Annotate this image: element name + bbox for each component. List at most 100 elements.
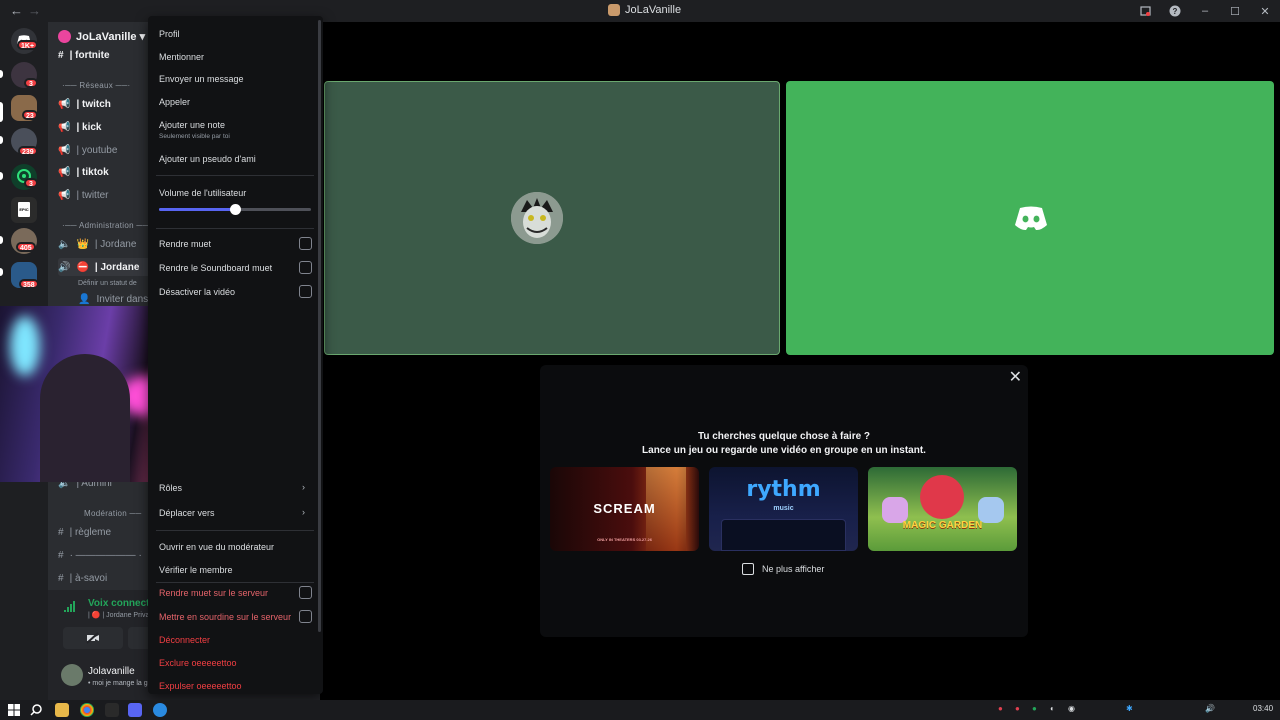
channel-kick[interactable]: 📢 | kick — [58, 118, 102, 136]
menu-roles[interactable]: Rôles — [159, 483, 182, 493]
channel-label: | règleme — [69, 526, 112, 538]
card-subtitle: music — [773, 505, 794, 512]
tray-icon[interactable]: ◐ — [1050, 704, 1055, 713]
category-administration[interactable]: ·── Administration ── — [62, 221, 148, 230]
streamer-silhouette — [40, 354, 130, 482]
menu-vue-moderateur[interactable]: Ouvrir en vue du modérateur — [159, 542, 274, 552]
unread-pill — [0, 70, 3, 78]
channel-label: | twitter — [76, 189, 109, 201]
app-icon[interactable] — [105, 703, 119, 717]
app-icon[interactable] — [153, 703, 167, 717]
channel-tiktok[interactable]: 📢 | tiktok — [58, 163, 109, 181]
mention-badge: 405 — [16, 242, 36, 252]
channel-divider[interactable]: # · ―――――― · — [58, 546, 142, 564]
bluetooth-icon[interactable]: ✱ — [1126, 704, 1133, 713]
tray-icon[interactable]: ● — [1032, 704, 1037, 713]
windows-start-icon[interactable] — [8, 704, 20, 716]
soundboard-checkbox[interactable] — [299, 261, 312, 274]
clock[interactable]: 03:40 — [1253, 704, 1273, 713]
card-title: SCREAM — [593, 501, 656, 516]
menu-volume-label: Volume de l'utilisateur — [159, 188, 247, 198]
mute-checkbox[interactable] — [299, 237, 312, 250]
activity-card-scream[interactable]: SCREAM ONLY IN THEATERS 03.27.26 — [550, 467, 699, 551]
channel-label: | à-savoi — [69, 572, 108, 584]
channel-twitch[interactable]: 📢 | twitch — [58, 95, 111, 113]
mic-tray-icon[interactable]: ● — [998, 704, 1003, 713]
record-tray-icon[interactable]: ● — [1015, 704, 1020, 713]
channel-twitter[interactable]: 📢 | twitter — [58, 186, 109, 204]
volume-icon[interactable]: 🔊 — [1205, 704, 1215, 713]
ryuk-avatar-icon — [511, 192, 563, 244]
participant-tile[interactable] — [324, 81, 780, 355]
volume-slider[interactable] — [159, 204, 311, 215]
back-button[interactable]: ← — [10, 3, 23, 18]
minimize-button[interactable]: – — [1190, 0, 1220, 22]
close-button[interactable]: ✕ — [1250, 0, 1280, 22]
username[interactable]: Jolavanille — [88, 666, 135, 677]
inbox-icon[interactable] — [1130, 0, 1160, 22]
dont-show-again[interactable]: Ne plus afficher — [742, 563, 824, 575]
video-checkbox[interactable] — [299, 285, 312, 298]
video-off-button[interactable] — [63, 627, 123, 649]
activity-heading: Tu cherches quelque chose à faire ? — [697, 431, 871, 442]
menu-expulser[interactable]: Expulser oeeeeettoo — [159, 681, 242, 691]
menu-profil[interactable]: Profil — [159, 29, 180, 39]
hash-icon: # — [58, 549, 64, 561]
menu-mentionner[interactable]: Mentionner — [159, 52, 204, 62]
channel-fortnite[interactable]: # | fortnite — [58, 46, 110, 64]
menu-ajouter-pseudo[interactable]: Ajouter un pseudo d'ami — [159, 154, 256, 164]
file-explorer-icon[interactable] — [55, 703, 69, 717]
menu-envoyer-message[interactable]: Envoyer un message — [159, 74, 244, 84]
mention-badge: 239 — [18, 146, 38, 156]
help-icon[interactable]: ? — [1160, 0, 1190, 22]
megaphone-icon: 📢 — [58, 166, 71, 178]
discord-app: ← → JoLaVanille ? – ☐ ✕ 1K+ 3 23 239 3 E… — [0, 0, 1280, 700]
menu-exclure[interactable]: Exclure oeeeeettoo — [159, 658, 237, 668]
server-mute-checkbox[interactable] — [299, 586, 312, 599]
menu-deplacer-vers[interactable]: Déplacer vers — [159, 508, 215, 518]
window-title-text: JoLaVanille — [625, 4, 682, 16]
volume-slider-knob[interactable] — [230, 204, 241, 215]
channel-label: | twitch — [76, 98, 111, 110]
menu-appeler[interactable]: Appeler — [159, 97, 190, 107]
close-icon[interactable]: ✕ — [1009, 367, 1022, 387]
card-title: rythm — [746, 477, 821, 502]
tray-icon[interactable]: ◉ — [1068, 704, 1075, 713]
strawberry-character — [920, 475, 964, 519]
server-name-header[interactable]: JoLaVanille ▾ — [58, 30, 145, 43]
category-moderation[interactable]: Modération ── — [84, 509, 141, 518]
menu-sourdine-serveur[interactable]: Mettre en sourdine sur le serveur — [159, 612, 291, 622]
avatar[interactable] — [61, 664, 83, 686]
os-taskbar: ● ● ● ◐ ◉ ✱ 🔊 03:40 — [0, 700, 1280, 720]
voice-channel-jordane[interactable]: 🔈 👑 | Jordane — [58, 235, 136, 253]
menu-desactiver-video[interactable]: Désactiver la vidéo — [159, 287, 235, 297]
activity-card-magic-garden[interactable]: MAGIC GARDEN — [868, 467, 1017, 551]
channel-youtube[interactable]: 📢 | youtube — [58, 141, 117, 159]
menu-muet-serveur[interactable]: Rendre muet sur le serveur — [159, 588, 268, 598]
window-controls: ? – ☐ ✕ — [1130, 0, 1280, 22]
dont-show-checkbox[interactable] — [742, 563, 754, 575]
menu-divider — [156, 582, 314, 583]
activity-card-rythm[interactable]: rythm music — [709, 467, 858, 551]
menu-verifier-membre[interactable]: Vérifier le membre — [159, 565, 233, 575]
channel-regles[interactable]: # | règleme — [58, 523, 111, 541]
forward-button[interactable]: → — [28, 3, 41, 18]
menu-ajouter-note[interactable]: Ajouter une note — [159, 120, 225, 130]
no-entry-icon: ⛔ — [76, 261, 89, 273]
megaphone-icon: 📢 — [58, 98, 71, 110]
discord-taskbar-icon[interactable] — [128, 703, 142, 717]
menu-deconnecter[interactable]: Déconnecter — [159, 635, 210, 645]
menu-rendre-muet[interactable]: Rendre muet — [159, 239, 211, 249]
chrome-icon[interactable] — [80, 703, 94, 717]
server-deafen-checkbox[interactable] — [299, 610, 312, 623]
svg-text:EPIC: EPIC — [19, 207, 28, 212]
maximize-button[interactable]: ☐ — [1220, 0, 1250, 22]
epic-games-server-icon[interactable]: EPIC — [11, 197, 37, 223]
volume-slider-fill — [159, 208, 235, 211]
search-icon[interactable] — [30, 704, 42, 716]
menu-soundboard-muet[interactable]: Rendre le Soundboard muet — [159, 263, 272, 273]
channel-a-savoir[interactable]: # | à-savoi — [58, 569, 107, 587]
category-reseaux[interactable]: ·── Réseaux ──· — [62, 81, 131, 90]
participant-tile-discord[interactable] — [786, 81, 1274, 355]
menu-scrollbar[interactable] — [318, 20, 321, 632]
